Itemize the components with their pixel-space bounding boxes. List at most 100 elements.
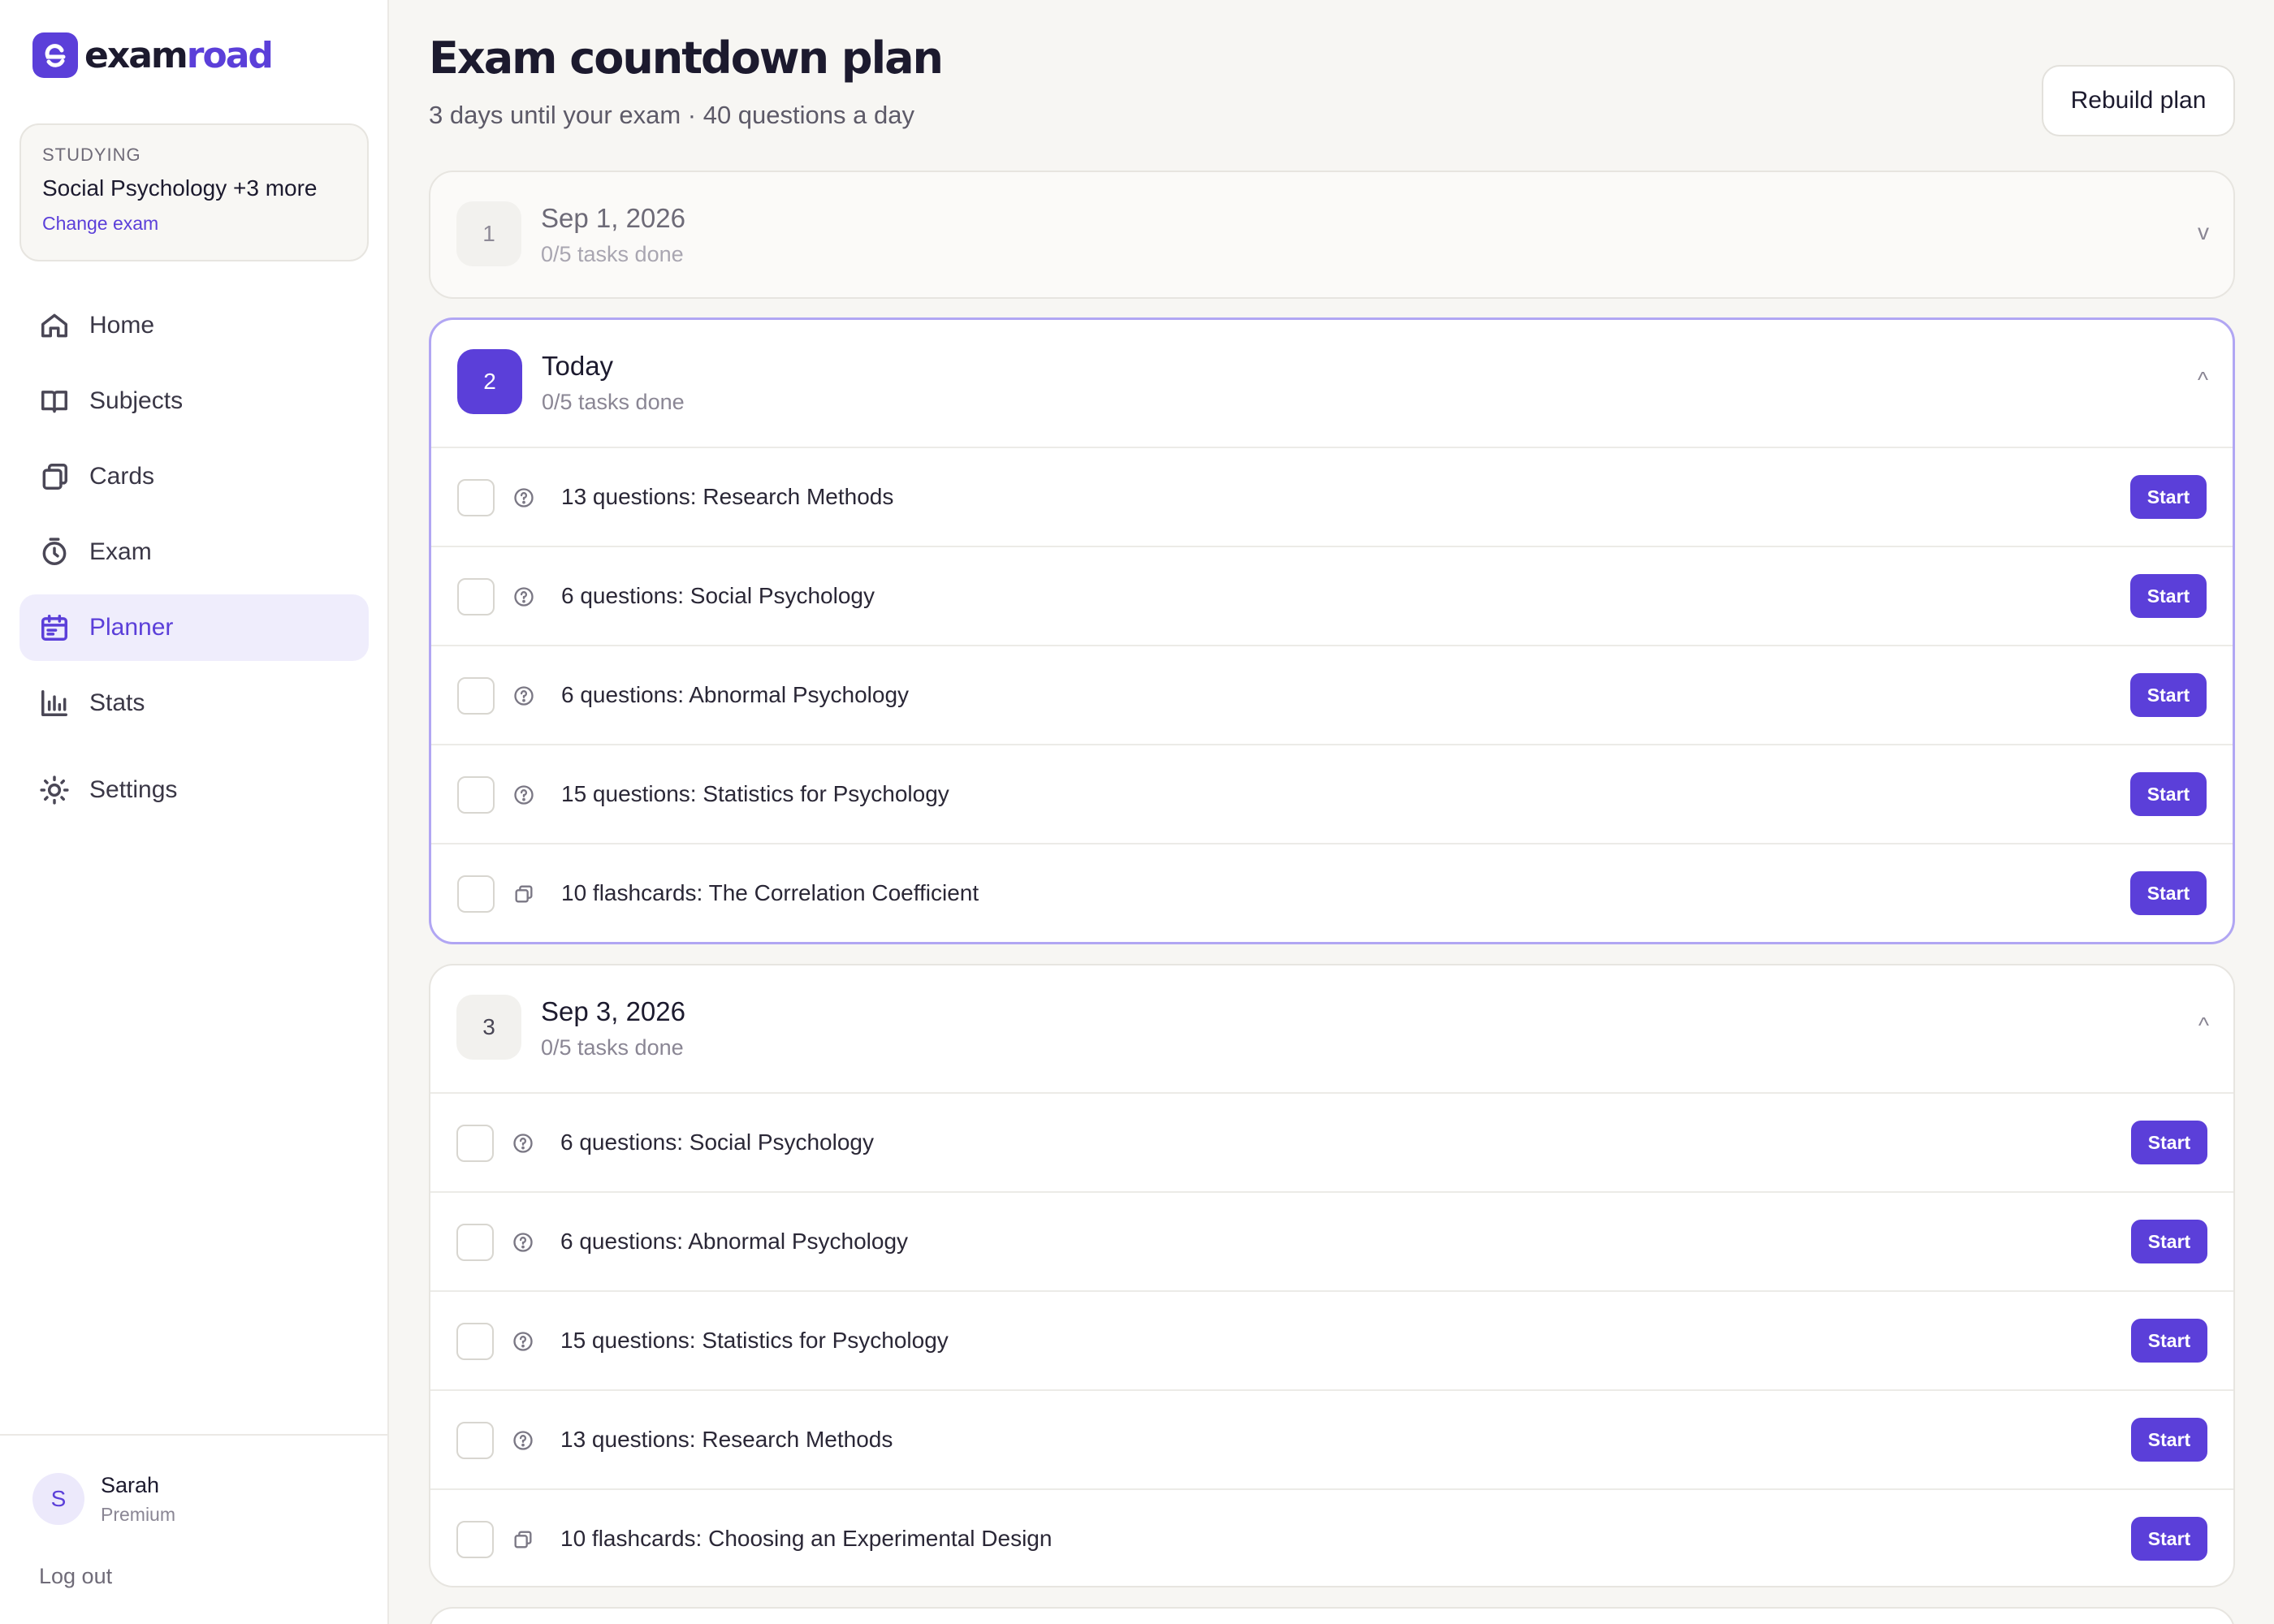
nav-item-label: Cards: [89, 463, 155, 490]
task-row: 13 questions: Research Methods Start: [430, 1389, 2233, 1488]
task-label: 10 flashcards: The Correlation Coefficie…: [561, 880, 979, 905]
avatar[interactable]: S: [32, 1473, 84, 1525]
task-row: 10 flashcards: The Correlation Coefficie…: [431, 843, 2233, 942]
day-number-badge: 3: [456, 995, 521, 1060]
studying-exam-name: Social Psychology +3 more: [42, 175, 318, 201]
task-checkbox[interactable]: [457, 875, 495, 913]
nav-item-stats[interactable]: Stats: [19, 670, 369, 736]
task-label: 15 questions: Statistics for Psychology: [561, 781, 949, 806]
page-title: Exam countdown plan: [429, 32, 944, 84]
page-subtitle: 3 days until your exam · 40 questions a …: [429, 101, 914, 129]
studying-tag: STUDYING: [42, 145, 141, 165]
task-checkbox[interactable]: [456, 1125, 494, 1162]
task-row: 10 flashcards: Choosing an Experimental …: [430, 1488, 2233, 1586]
task-row: 6 questions: Abnormal Psychology Start: [430, 1191, 2233, 1290]
day-card-today: 2 Today 0/5 tasks done ^ 13 questions: R…: [429, 317, 2235, 944]
day-card-partial: [429, 1607, 2235, 1624]
task-label: 6 questions: Social Psychology: [561, 583, 875, 608]
user-area: S Sarah Premium Log out: [0, 1434, 387, 1624]
day-title: Today: [542, 351, 614, 381]
task-label: 13 questions: Research Methods: [561, 484, 894, 509]
task-label: 6 questions: Abnormal Psychology: [561, 682, 910, 707]
cards-icon: [512, 883, 535, 905]
start-button[interactable]: Start: [2130, 574, 2207, 618]
day-progress: 0/5 tasks done: [541, 1035, 684, 1060]
nav-item-settings[interactable]: Settings: [19, 757, 369, 823]
start-button[interactable]: Start: [2130, 673, 2207, 717]
nav-item-label: Stats: [89, 689, 145, 716]
app-logo[interactable]: examroad: [32, 32, 274, 78]
chevron-up-icon[interactable]: ^: [2198, 367, 2208, 393]
task-checkbox[interactable]: [456, 1323, 494, 1360]
question-circle-icon: [512, 1231, 534, 1254]
task-row: 15 questions: Statistics for Psychology …: [430, 1290, 2233, 1389]
task-checkbox[interactable]: [456, 1224, 494, 1261]
day-number-badge: 1: [456, 201, 521, 266]
change-exam-link[interactable]: Change exam: [42, 213, 346, 235]
task-checkbox[interactable]: [457, 479, 495, 516]
question-circle-icon: [512, 585, 535, 608]
book-icon: [41, 391, 67, 413]
sun-gear-icon: [40, 775, 69, 805]
logout-link[interactable]: Log out: [39, 1564, 112, 1589]
question-circle-icon: [512, 1330, 534, 1353]
bar-chart-icon: [41, 690, 67, 716]
task-checkbox[interactable]: [456, 1521, 494, 1558]
calendar-icon: [41, 615, 67, 641]
nav-item-label: Exam: [89, 538, 152, 565]
question-circle-icon: [512, 685, 535, 707]
nav-item-home[interactable]: Home: [19, 292, 369, 359]
nav-item-label: Settings: [89, 776, 178, 803]
task-label: 6 questions: Abnormal Psychology: [560, 1229, 909, 1254]
question-circle-icon: [512, 1429, 534, 1452]
nav-item-cards[interactable]: Cards: [19, 443, 369, 510]
task-checkbox[interactable]: [456, 1422, 494, 1459]
day-header[interactable]: 1 Sep 1, 2026 0/5 tasks done v: [430, 172, 2233, 297]
task-checkbox[interactable]: [457, 677, 495, 715]
start-button[interactable]: Start: [2131, 1121, 2207, 1164]
start-button[interactable]: Start: [2131, 1220, 2207, 1263]
sidebar: examroad STUDYING Social Psychology +3 m…: [0, 0, 389, 1624]
task-label: 13 questions: Research Methods: [560, 1427, 893, 1452]
task-label: 15 questions: Statistics for Psychology: [560, 1328, 949, 1353]
question-circle-icon: [512, 1132, 534, 1155]
nav-item-subjects[interactable]: Subjects: [19, 368, 369, 434]
start-button[interactable]: Start: [2130, 475, 2207, 519]
day-header[interactable]: 2 Today 0/5 tasks done ^: [431, 320, 2233, 447]
task-checkbox[interactable]: [457, 578, 495, 615]
task-row: 6 questions: Abnormal Psychology Start: [431, 645, 2233, 744]
task-label: 10 flashcards: Choosing an Experimental …: [560, 1526, 1053, 1551]
task-row: 6 questions: Social Psychology Start: [431, 546, 2233, 645]
rebuild-plan-button[interactable]: Rebuild plan: [2042, 65, 2235, 136]
user-name: Sarah: [101, 1473, 160, 1497]
timer-icon: [42, 538, 67, 565]
nav-item-label: Home: [89, 312, 155, 339]
start-button[interactable]: Start: [2131, 1319, 2207, 1363]
cards-icon: [512, 1528, 534, 1551]
logo-mark-icon: [32, 32, 78, 78]
start-button[interactable]: Start: [2131, 1418, 2207, 1462]
studying-card: STUDYING Social Psychology +3 more Chang…: [19, 123, 369, 261]
start-button[interactable]: Start: [2131, 1517, 2207, 1561]
cards-icon: [42, 464, 67, 490]
question-circle-icon: [512, 486, 535, 509]
logo-wordmark: examroad: [84, 34, 274, 76]
day-header[interactable]: 3 Sep 3, 2026 0/5 tasks done ^: [430, 965, 2233, 1092]
day-title: Sep 1, 2026: [541, 203, 685, 233]
start-button[interactable]: Start: [2130, 871, 2207, 915]
start-button[interactable]: Start: [2130, 772, 2207, 816]
user-plan: Premium: [101, 1504, 176, 1525]
nav-item-label: Planner: [89, 614, 174, 641]
task-checkbox[interactable]: [457, 776, 495, 814]
day-card: 3 Sep 3, 2026 0/5 tasks done ^ 6 questio…: [429, 964, 2235, 1587]
chevron-up-icon[interactable]: ^: [2198, 1013, 2209, 1039]
nav-item-exam[interactable]: Exam: [19, 519, 369, 585]
question-circle-icon: [512, 784, 535, 806]
day-progress: 0/5 tasks done: [541, 242, 684, 266]
chevron-down-icon[interactable]: v: [2198, 219, 2209, 245]
day-number-badge: 2: [457, 349, 522, 414]
task-row: 15 questions: Statistics for Psychology …: [431, 744, 2233, 843]
day-card: 1 Sep 1, 2026 0/5 tasks done v: [429, 171, 2235, 299]
nav-item-planner[interactable]: Planner: [19, 594, 369, 661]
main-content: Exam countdown plan 3 days until your ex…: [390, 0, 2274, 1624]
